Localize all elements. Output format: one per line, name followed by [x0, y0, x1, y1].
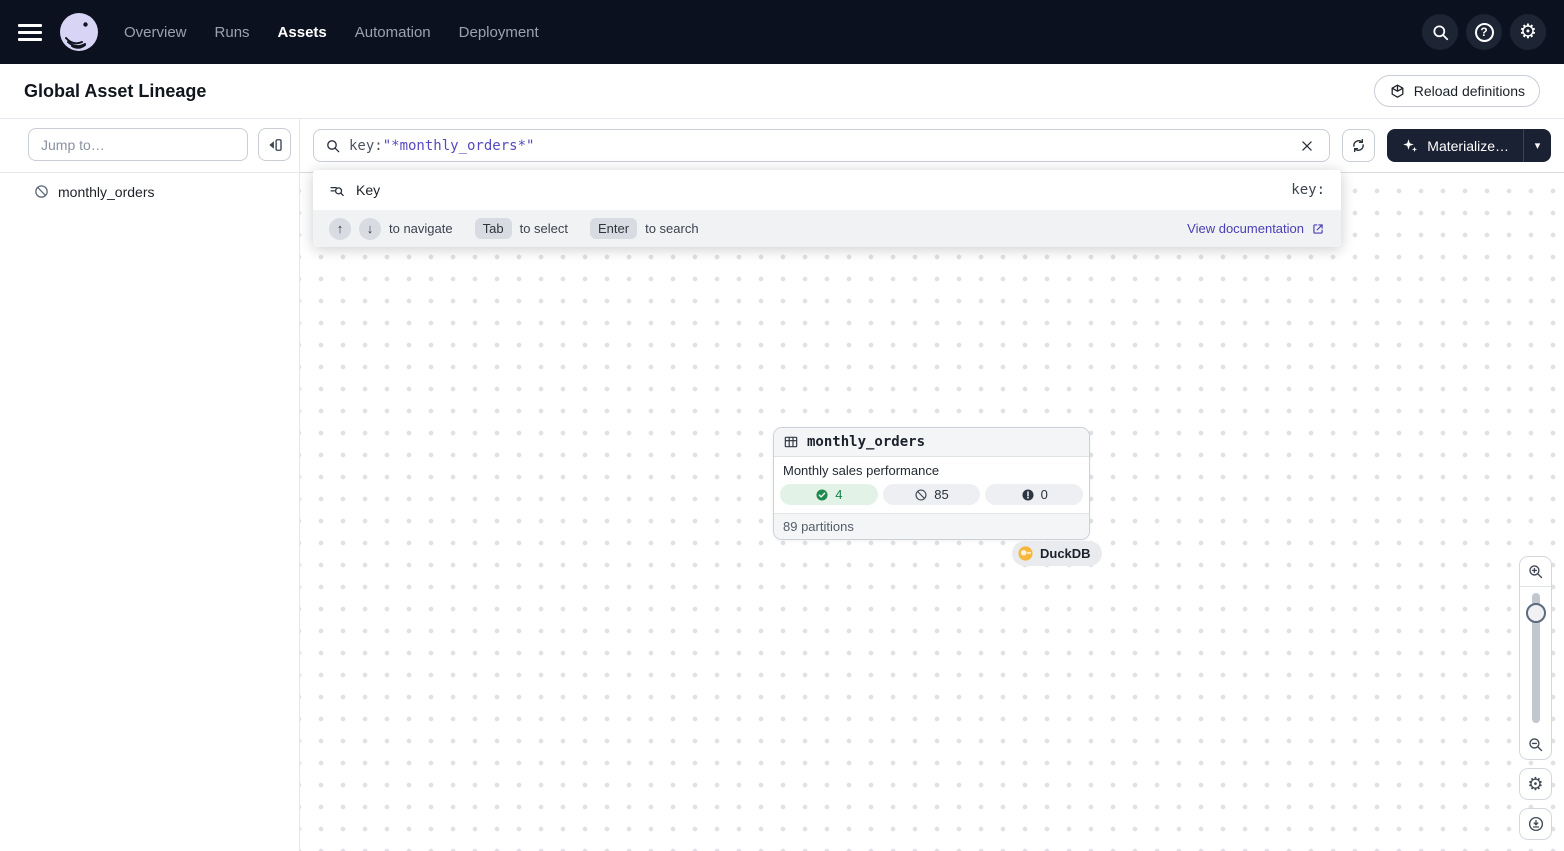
refresh-graph-button[interactable]	[1342, 129, 1375, 162]
select-hint-label: to select	[520, 221, 568, 236]
search-hint-label: to search	[645, 221, 698, 236]
collapse-panel-icon	[266, 136, 284, 154]
suggestion-row-key[interactable]: Key key:	[313, 170, 1341, 210]
nav-item-automation[interactable]: Automation	[355, 24, 431, 41]
help-button[interactable]: ?	[1466, 14, 1502, 50]
dropdown-footer: ↑ ↓ to navigate Tab to select Enter to s…	[313, 210, 1341, 247]
never-materialized-icon	[33, 183, 50, 200]
top-nav-actions: ? ⚙	[1422, 14, 1546, 50]
arrow-up-icon: ↑	[337, 221, 344, 236]
zoom-in-icon	[1527, 563, 1544, 580]
arrow-up-keycap: ↑	[329, 218, 351, 240]
zoom-slider-thumb[interactable]	[1526, 603, 1546, 623]
asset-node-partitions: 89 partitions	[774, 513, 1089, 539]
sidebar-item-monthly-orders[interactable]: monthly_orders	[0, 173, 299, 210]
page-header: Global Asset Lineage Reload definitions	[0, 64, 1564, 119]
search-query: key:"*monthly_orders*"	[349, 138, 534, 154]
dagster-logo-icon[interactable]	[60, 13, 98, 51]
kind-tag-duckdb: DuckDB	[1012, 541, 1102, 566]
close-icon	[1300, 139, 1314, 153]
lineage-canvas[interactable]: monthly_orders Monthly sales performance…	[300, 173, 1564, 851]
materialize-dropdown-button[interactable]: ▾	[1523, 129, 1551, 162]
arrow-down-keycap: ↓	[359, 218, 381, 240]
search-query-prefix: key:	[349, 138, 383, 154]
materialize-split-button: Materialize… ▾	[1387, 129, 1551, 162]
lineage-sidebar: monthly_orders	[0, 119, 300, 851]
external-link-icon	[1311, 222, 1325, 236]
nav-item-assets[interactable]: Assets	[278, 24, 327, 41]
alert-circle-icon	[1021, 488, 1035, 502]
settings-button[interactable]: ⚙	[1510, 14, 1546, 50]
global-asset-lineage-page: Overview Runs Assets Automation Deployme…	[0, 0, 1564, 851]
sparkle-icon	[1401, 137, 1419, 155]
lineage-main: key:"*monthly_orders*"	[300, 119, 1564, 851]
recenter-icon	[1527, 815, 1545, 833]
view-documentation-link[interactable]: View documentation	[1187, 221, 1325, 236]
missing-count-badge: 85	[883, 484, 981, 505]
collapse-sidebar-button[interactable]	[258, 128, 291, 161]
zoom-slider[interactable]	[1520, 587, 1551, 729]
recenter-graph-button[interactable]	[1519, 808, 1552, 840]
top-nav: Overview Runs Assets Automation Deployme…	[0, 0, 1564, 64]
kind-tag-label: DuckDB	[1040, 546, 1091, 561]
gear-icon: ⚙	[1527, 775, 1543, 793]
suggestion-label: Key	[356, 182, 380, 198]
asset-node-header: monthly_orders	[774, 428, 1089, 457]
code-location-refresh-icon	[1389, 83, 1406, 100]
asset-search-input[interactable]: key:"*monthly_orders*"	[313, 129, 1330, 162]
failed-count-badge: 0	[985, 484, 1083, 505]
search-icon	[1431, 23, 1450, 42]
nav-item-overview[interactable]: Overview	[124, 24, 187, 41]
badge-value: 85	[934, 487, 948, 502]
global-search-button[interactable]	[1422, 14, 1458, 50]
materialized-count-badge: 4	[780, 484, 878, 505]
filter-search-icon	[329, 182, 346, 199]
nav-item-deployment[interactable]: Deployment	[459, 24, 539, 41]
duckdb-icon	[1017, 545, 1034, 562]
zoom-out-icon	[1527, 736, 1544, 753]
tab-keycap: Tab	[475, 218, 512, 239]
materialize-button[interactable]: Materialize…	[1387, 129, 1523, 162]
gear-icon: ⚙	[1519, 22, 1537, 42]
jump-to-input[interactable]	[28, 128, 248, 161]
table-icon	[783, 434, 799, 450]
partitions-label: 89 partitions	[783, 519, 854, 534]
reload-definitions-button[interactable]: Reload definitions	[1374, 75, 1540, 107]
body: monthly_orders key:"*monthly_orders*"	[0, 119, 1564, 851]
zoom-in-button[interactable]	[1520, 557, 1551, 587]
asset-node-badges: 4 85	[774, 481, 1089, 513]
view-documentation-label: View documentation	[1187, 221, 1304, 236]
caret-down-icon: ▾	[1535, 139, 1541, 152]
zoom-panel	[1519, 556, 1552, 760]
sidebar-item-label: monthly_orders	[58, 184, 155, 200]
nav-item-runs[interactable]: Runs	[215, 24, 250, 41]
check-circle-icon	[815, 488, 829, 502]
materialize-label: Materialize…	[1427, 138, 1509, 154]
reload-definitions-label: Reload definitions	[1414, 83, 1525, 99]
search-query-value: "*monthly_orders*"	[383, 138, 535, 154]
asset-node-description: Monthly sales performance	[774, 457, 1089, 481]
asset-node-title: monthly_orders	[807, 434, 925, 450]
enter-keycap: Enter	[590, 218, 637, 239]
help-icon: ?	[1475, 23, 1494, 42]
zoom-out-button[interactable]	[1520, 729, 1551, 759]
page-title: Global Asset Lineage	[24, 81, 206, 102]
badge-value: 4	[835, 487, 842, 502]
slash-circle-icon	[914, 488, 928, 502]
arrow-down-icon: ↓	[367, 221, 374, 236]
navigate-hint-label: to navigate	[389, 221, 453, 236]
search-suggestions-dropdown: Key key: ↑ ↓ to navigate Tab to select E…	[313, 170, 1341, 247]
lineage-toolbar: key:"*monthly_orders*"	[300, 119, 1564, 173]
primary-nav: Overview Runs Assets Automation Deployme…	[124, 24, 539, 41]
refresh-icon	[1350, 137, 1367, 154]
clear-search-button[interactable]	[1296, 135, 1318, 157]
search-icon	[325, 138, 341, 154]
graph-settings-button[interactable]: ⚙	[1519, 768, 1552, 800]
badge-value: 0	[1041, 487, 1048, 502]
asset-node-monthly-orders[interactable]: monthly_orders Monthly sales performance…	[773, 427, 1090, 540]
sidebar-jump-row	[0, 119, 299, 172]
suggestion-syntax-hint: key:	[1291, 182, 1325, 198]
hamburger-menu-icon[interactable]	[18, 18, 46, 46]
